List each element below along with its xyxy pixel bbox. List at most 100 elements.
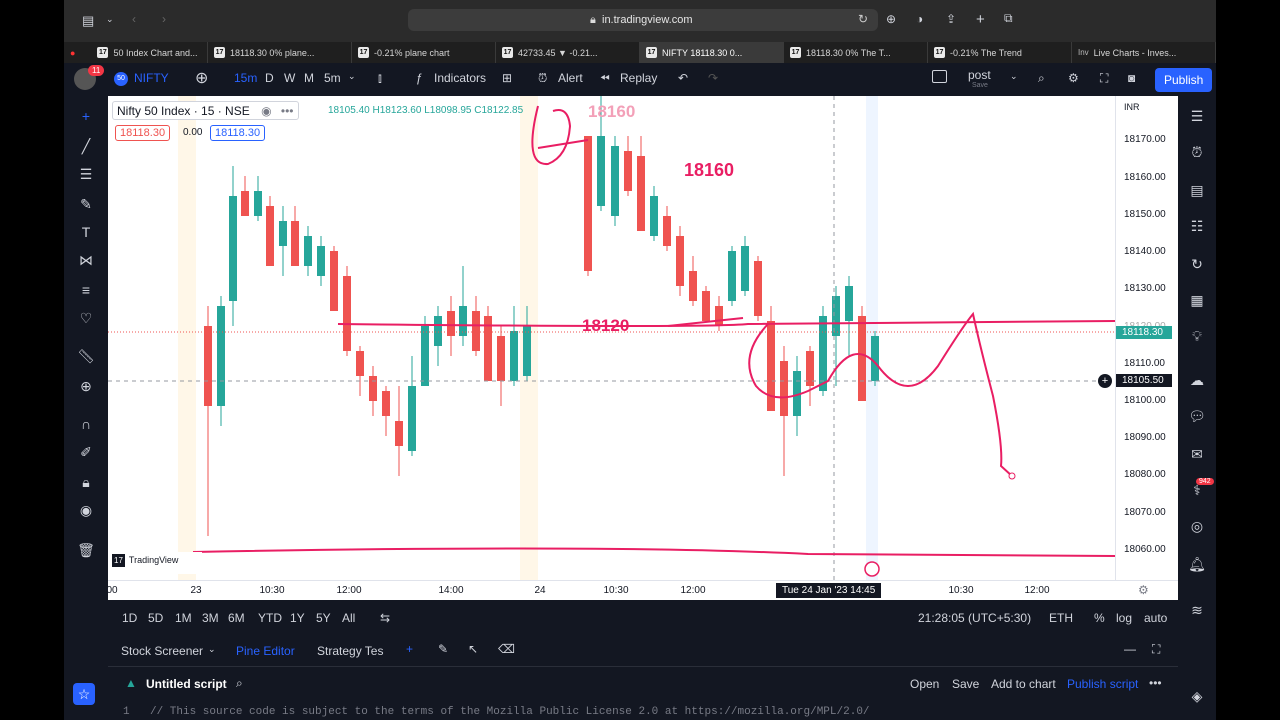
layers-icon[interactable]: ◈ [1187, 686, 1207, 706]
chevron-down-icon[interactable]: ⌄ [348, 71, 356, 82]
crosshair-icon[interactable]: + [406, 642, 413, 656]
more-icon[interactable]: ••• [1149, 676, 1162, 690]
buy-button[interactable]: 18118.30 [210, 125, 266, 141]
fib-icon[interactable]: ☰ [76, 164, 96, 184]
layout-name[interactable]: post [968, 68, 991, 82]
tab-pine-editor[interactable]: Pine Editor [236, 644, 295, 658]
lock-icon[interactable]: 🔒︎ [76, 472, 96, 492]
share-icon[interactable]: ⇪ [946, 12, 956, 26]
text-icon[interactable]: T [76, 222, 96, 242]
streams-icon[interactable]: ☁︎ [1187, 370, 1207, 390]
publish-button[interactable]: Publish [1155, 68, 1213, 92]
session-button[interactable]: ETH [1049, 611, 1073, 625]
add-to-chart-button[interactable]: Add to chart [991, 677, 1056, 691]
currency-label[interactable]: INR [1124, 102, 1140, 112]
forward-icon[interactable]: › [162, 12, 166, 26]
pattern-icon[interactable]: ⋈ [76, 250, 96, 270]
path-end-handle[interactable] [1008, 472, 1016, 480]
ideas-icon[interactable]: 💡︎ [1187, 326, 1207, 346]
data-window-icon[interactable]: ▤ [1187, 180, 1207, 200]
interval-m-button[interactable]: M [304, 71, 314, 85]
browser-tab[interactable]: 17 42733.45 ▼ -0.21... [496, 42, 640, 63]
interval-w-button[interactable]: W [284, 71, 295, 85]
symbol-legend[interactable]: Nifty 50 Index · 15 · NSE ◉ ••• [112, 101, 299, 120]
browser-tab[interactable]: 17 -0.21% plane chart [352, 42, 496, 63]
download-icon[interactable]: ⊕ [886, 12, 896, 26]
chevron-down-icon[interactable]: ⌄ [208, 644, 216, 655]
price-axis[interactable]: INR 18170.00 18160.00 18150.00 18140.00 … [1098, 96, 1178, 580]
ruler-icon[interactable]: 📏︎ [76, 346, 96, 366]
tab-strategy-tester[interactable]: Strategy Tes [317, 644, 383, 658]
interval-d-button[interactable]: D [265, 71, 274, 85]
crosshair-icon[interactable]: + [76, 106, 96, 126]
tab-overview-icon[interactable]: ⧉ [1004, 11, 1013, 26]
interval-15m-button[interactable]: 15m [234, 71, 257, 85]
prediction-icon[interactable]: ≡ [76, 280, 96, 300]
interval-5m-button[interactable]: 5m [324, 71, 341, 85]
hotlist-icon[interactable]: ↻ [1187, 254, 1207, 274]
candles-icon[interactable]: ⫾ [378, 71, 382, 86]
percent-toggle[interactable]: % [1094, 611, 1105, 625]
browser-tab[interactable]: 17 -0.21% The Trend [928, 42, 1072, 63]
range-5d[interactable]: 5D [148, 611, 163, 625]
notes-icon[interactable]: ✉︎ [1187, 444, 1207, 464]
zoom-in-icon[interactable]: ⊕ [76, 376, 96, 396]
alert-button[interactable]: Alert [558, 71, 583, 85]
sidebar-toggle-icon[interactable]: ▤ [82, 13, 94, 29]
compare-add-icon[interactable]: ⊕ [195, 68, 208, 88]
chevron-down-icon[interactable]: ⌄ [106, 14, 114, 25]
flash-marker-icon[interactable] [864, 561, 880, 577]
auto-toggle[interactable]: auto [1144, 611, 1167, 625]
tab-stock-screener[interactable]: Stock Screener [121, 644, 203, 658]
range-1y[interactable]: 1Y [290, 611, 305, 625]
price-chart[interactable] [108, 96, 1115, 580]
calendar-icon[interactable]: ▦ [1187, 290, 1207, 310]
broadcast-icon[interactable]: ◎ [1187, 516, 1207, 536]
gear-icon[interactable]: ⚙︎ [1068, 71, 1079, 85]
clock-label[interactable]: 21:28:05 (UTC+5:30) [918, 611, 1031, 625]
script-title[interactable]: Untitled script [146, 677, 227, 691]
maximize-icon[interactable]: ⛶ [1152, 642, 1160, 657]
gear-icon[interactable]: ⚙︎ [1138, 583, 1149, 597]
address-bar[interactable]: 🔒︎ in.tradingview.com ↻ [408, 9, 878, 31]
eraser-icon[interactable]: ⌫ [498, 642, 515, 656]
minimize-icon[interactable]: — [1124, 642, 1136, 656]
back-icon[interactable]: ‹ [132, 12, 136, 26]
indicators-button[interactable]: Indicators [434, 71, 486, 85]
browser-tab[interactable]: 17 18118.30 0% plane... [208, 42, 352, 63]
eye-icon[interactable]: ◉ [261, 104, 271, 118]
range-3m[interactable]: 3M [202, 611, 219, 625]
bell-icon[interactable]: 🔔︎ [1187, 554, 1207, 574]
brush-icon[interactable]: ✎ [76, 194, 96, 214]
alerts-icon[interactable]: ⏰︎ [1187, 142, 1207, 162]
search-icon[interactable]: ⌕ [1038, 71, 1045, 86]
heart-icon[interactable]: ♡ [76, 308, 96, 328]
range-ytd[interactable]: YTD [258, 611, 282, 625]
add-alert-icon[interactable]: + [1098, 374, 1112, 388]
calendar-list-icon[interactable]: ☷ [1187, 216, 1207, 236]
shield-icon[interactable]: ◑ [916, 12, 923, 26]
star-icon[interactable]: ☆ [73, 683, 95, 705]
camera-icon[interactable]: ◙ [1128, 71, 1135, 85]
range-1d[interactable]: 1D [122, 611, 137, 625]
range-all[interactable]: All [342, 611, 355, 625]
browser-tab-active[interactable]: 17 NIFTY 18118.30 0... [640, 42, 784, 63]
sell-button[interactable]: 18118.30 [115, 125, 171, 141]
redo-icon[interactable]: ↷ [708, 71, 718, 85]
replay-button[interactable]: Replay [620, 71, 657, 85]
browser-tab[interactable]: 17 18118.30 0% The T... [784, 42, 928, 63]
new-tab-icon[interactable]: + [976, 11, 985, 28]
undo-icon[interactable]: ↶ [678, 71, 688, 85]
more-icon[interactable]: ••• [281, 104, 294, 118]
brush-icon[interactable]: ✎ [438, 642, 448, 656]
reload-icon[interactable]: ↻ [858, 12, 868, 26]
publish-script-button[interactable]: Publish script [1067, 677, 1138, 691]
eye-icon[interactable]: ◉ [76, 500, 96, 520]
trading-panel-icon[interactable]: ≋ [1187, 600, 1207, 620]
range-5y[interactable]: 5Y [316, 611, 331, 625]
code-line[interactable]: // This source code is subject to the te… [150, 706, 870, 718]
save-button[interactable]: Save [952, 677, 979, 691]
log-toggle[interactable]: log [1116, 611, 1132, 625]
chart-pane[interactable]: 18160 18120 18160 Nifty 50 Index · 15 · … [108, 96, 1115, 580]
layout-icon[interactable] [932, 70, 947, 83]
